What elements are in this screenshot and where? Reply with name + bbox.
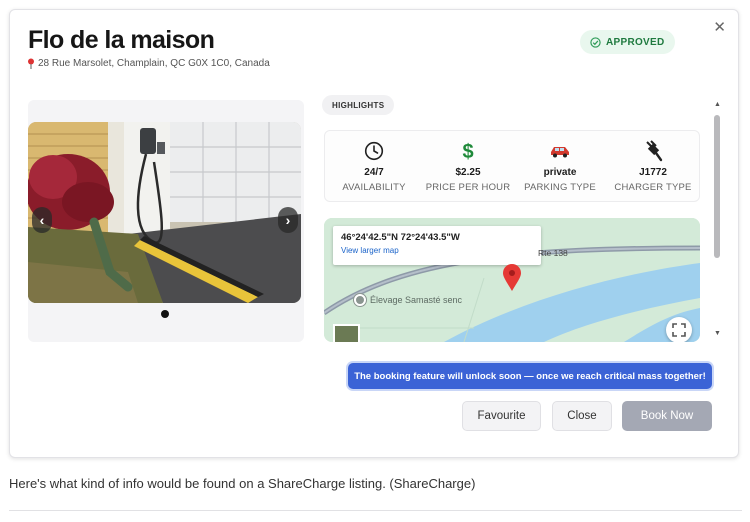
map-poi[interactable]: Élevage Samasté senc (354, 294, 462, 306)
favourite-button[interactable]: Favourite (462, 401, 541, 431)
map-satellite-toggle[interactable] (333, 324, 360, 342)
map-marker-icon[interactable] (502, 264, 522, 292)
location-map[interactable]: 46°24'42.5"N 72°24'43.5"W View larger ma… (324, 218, 700, 342)
close-button[interactable]: Close (552, 401, 612, 431)
address-text: 28 Rue Marsolet, Champlain, QC G0X 1C0, … (38, 58, 270, 69)
svg-text:$: $ (462, 141, 473, 162)
highlight-price: $ $2.25 PRICE PER HOUR (421, 131, 515, 203)
highlight-label: PRICE PER HOUR (425, 182, 511, 193)
gallery-prev-button[interactable]: ‹ (32, 207, 52, 233)
poi-icon (354, 294, 366, 306)
status-badge: APPROVED (580, 30, 675, 54)
image-caption: Here's what kind of info would be found … (9, 476, 476, 491)
map-coordinates: 46°24'42.5"N 72°24'43.5"W (341, 232, 460, 243)
map-info-card: 46°24'42.5"N 72°24'43.5"W View larger ma… (333, 226, 541, 265)
highlight-value: private (543, 167, 577, 178)
highlight-availability: 24/7 AVAILABILITY (327, 131, 421, 203)
highlight-label: AVAILABILITY (342, 182, 406, 193)
ev-plug-icon (646, 140, 663, 162)
clock-icon (364, 141, 384, 161)
highlights-card: 24/7 AVAILABILITY $ $2.25 PRICE PER HOUR (324, 130, 700, 202)
highlight-value: $2.25 (455, 167, 481, 178)
highlight-parking: private PARKING TYPE (513, 131, 607, 203)
listing-photo (28, 122, 301, 303)
book-now-button[interactable]: Book Now (622, 401, 712, 431)
car-icon (551, 147, 569, 158)
divider (9, 510, 742, 511)
map-road-label: Rte 138 (538, 248, 568, 258)
scroll-down-arrow-icon[interactable]: ▼ (714, 330, 721, 337)
listing-address: 28 Rue Marsolet, Champlain, QC G0X 1C0, … (27, 58, 270, 69)
check-circle-icon (590, 36, 601, 48)
close-icon[interactable]: ✕ (713, 18, 726, 36)
scrollbar-thumb[interactable] (714, 115, 720, 258)
gallery-next-button[interactable]: › (278, 207, 298, 233)
listing-modal: ✕ Flo de la maison 28 Rue Marsolet, Cham… (9, 9, 739, 458)
poi-label: Élevage Samasté senc (370, 295, 463, 305)
highlight-value: 24/7 (364, 167, 384, 178)
listing-title: Flo de la maison (28, 26, 215, 54)
highlight-charger: J1772 CHARGER TYPE (606, 131, 700, 203)
fullscreen-button[interactable] (666, 317, 692, 342)
fullscreen-icon (672, 323, 686, 337)
view-larger-map-link[interactable]: View larger map (341, 246, 541, 255)
gallery-dot-indicator[interactable] (161, 310, 169, 318)
highlight-value: J1772 (639, 167, 667, 178)
status-text: APPROVED (606, 36, 665, 48)
dollar-icon: $ (462, 141, 473, 162)
booking-notice: The booking feature will unlock soon — o… (348, 363, 712, 389)
location-pin-icon (28, 58, 34, 69)
highlights-heading: HIGHLIGHTS (322, 95, 395, 115)
highlight-label: CHARGER TYPE (614, 182, 692, 193)
highlight-label: PARKING TYPE (524, 182, 596, 193)
scroll-up-arrow-icon[interactable]: ▲ (714, 101, 721, 108)
